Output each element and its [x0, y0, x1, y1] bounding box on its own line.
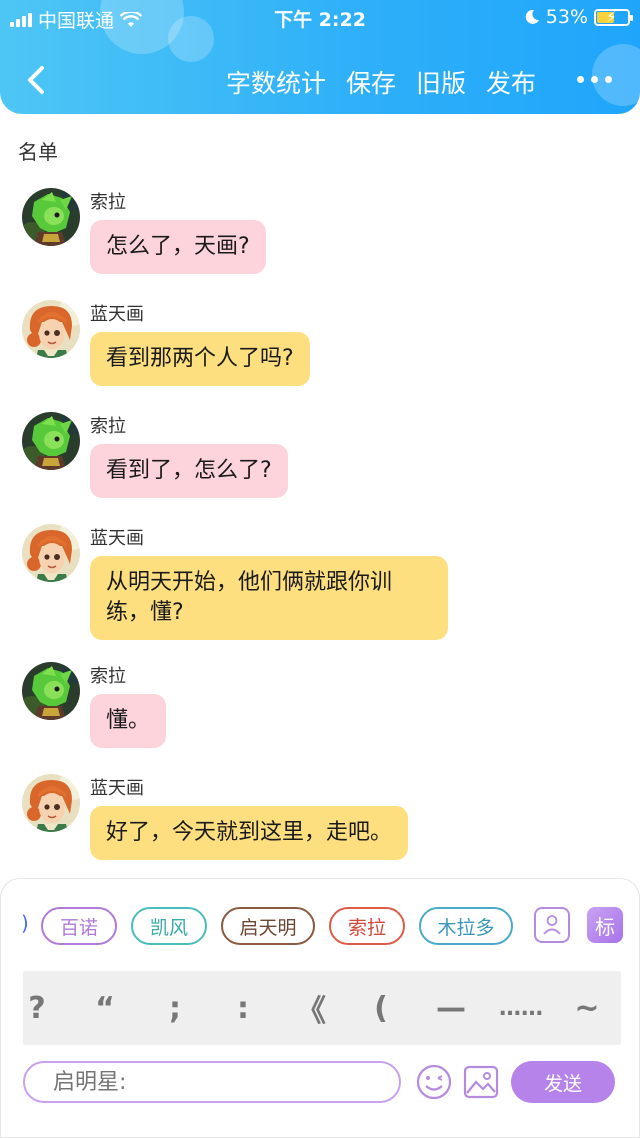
tianhua-avatar[interactable] — [22, 524, 80, 582]
image-icon[interactable] — [463, 1065, 499, 1099]
back-button[interactable] — [22, 60, 52, 100]
character-chip[interactable]: 索拉 — [329, 907, 405, 945]
message-bubble[interactable]: 看到了，怎么了? — [90, 444, 288, 498]
tianhua-avatar[interactable] — [22, 774, 80, 832]
battery-icon: ⚡ — [594, 7, 633, 26]
tag-button[interactable]: 标 — [587, 907, 623, 943]
character-chip[interactable]: 启天明 — [221, 907, 315, 945]
message-bubble[interactable]: 懂。 — [90, 694, 167, 748]
punctuation-key[interactable]: — — [421, 971, 481, 1045]
moon-icon — [525, 9, 539, 24]
punctuation-key[interactable]: 《 — [281, 971, 341, 1045]
contact-card-icon[interactable] — [534, 907, 570, 943]
send-button[interactable]: 发送 — [511, 1061, 615, 1103]
save-button[interactable]: 保存 — [346, 64, 396, 100]
dialogue-input[interactable] — [23, 1061, 401, 1103]
sora-avatar[interactable] — [22, 188, 80, 246]
message-bubble[interactable]: 看到那两个人了吗? — [90, 332, 310, 386]
nav-bar: 字数统计 保存 旧版 发布 — [0, 50, 640, 110]
more-dot-icon — [591, 76, 598, 83]
emoji-icon[interactable] — [415, 1063, 453, 1101]
tianhua-avatar[interactable] — [22, 300, 80, 358]
charging-icon: ⚡ — [606, 7, 617, 26]
message-bubble[interactable]: 好了，今天就到这里，走吧。 — [90, 806, 409, 860]
speaker-name: 索拉 — [90, 192, 126, 213]
speaker-name: 索拉 — [90, 416, 126, 437]
app-header: 中国联通 下午 2:22 53% ⚡ 字数统计 保存 旧版 发布 — [0, 0, 640, 114]
punctuation-key[interactable]: ? — [7, 971, 67, 1045]
more-dot-icon — [577, 76, 584, 83]
nav-actions: 字数统计 保存 旧版 发布 — [226, 64, 536, 100]
status-bar: 中国联通 下午 2:22 53% ⚡ — [0, 0, 640, 34]
battery-percent: 53% — [545, 6, 588, 28]
message-bubble[interactable]: 怎么了，天画? — [90, 220, 266, 274]
punctuation-key[interactable]: “ — [75, 971, 135, 1045]
word-count-button[interactable]: 字数统计 — [226, 64, 326, 100]
punctuation-key[interactable]: …… — [491, 971, 551, 1045]
roster-label[interactable]: 名单 — [18, 136, 58, 165]
character-chip[interactable]: 木拉多 — [419, 907, 513, 945]
input-panel: ) 百诺 凯风 启天明 索拉 木拉多 标 ? “ ; : 《 ( — …… ~ … — [0, 878, 640, 1138]
punctuation-key[interactable]: : — [213, 971, 273, 1045]
character-chip[interactable]: 百诺 — [41, 907, 117, 945]
previous-chip-edge[interactable]: ) — [21, 911, 29, 935]
speaker-name: 蓝天画 — [90, 304, 144, 325]
message-bubble[interactable]: 从明天开始，他们俩就跟你训练，懂? — [90, 556, 448, 640]
sora-avatar[interactable] — [22, 662, 80, 720]
punctuation-key[interactable]: ( — [351, 971, 411, 1045]
old-version-button[interactable]: 旧版 — [416, 64, 466, 100]
speaker-name: 蓝天画 — [90, 528, 144, 549]
speaker-name: 索拉 — [90, 666, 126, 687]
publish-button[interactable]: 发布 — [486, 64, 536, 100]
more-dot-icon — [605, 76, 612, 83]
sora-avatar[interactable] — [22, 412, 80, 470]
speaker-name: 蓝天画 — [90, 778, 144, 799]
punctuation-bar: ? “ ; : 《 ( — …… ~ — [23, 971, 621, 1045]
character-chip[interactable]: 凯风 — [131, 907, 207, 945]
punctuation-key[interactable]: ; — [145, 971, 205, 1045]
more-options-button[interactable] — [577, 76, 612, 83]
punctuation-key[interactable]: ~ — [557, 971, 617, 1045]
character-chip-row[interactable]: ) 百诺 凯风 启天明 索拉 木拉多 标 — [21, 907, 623, 947]
